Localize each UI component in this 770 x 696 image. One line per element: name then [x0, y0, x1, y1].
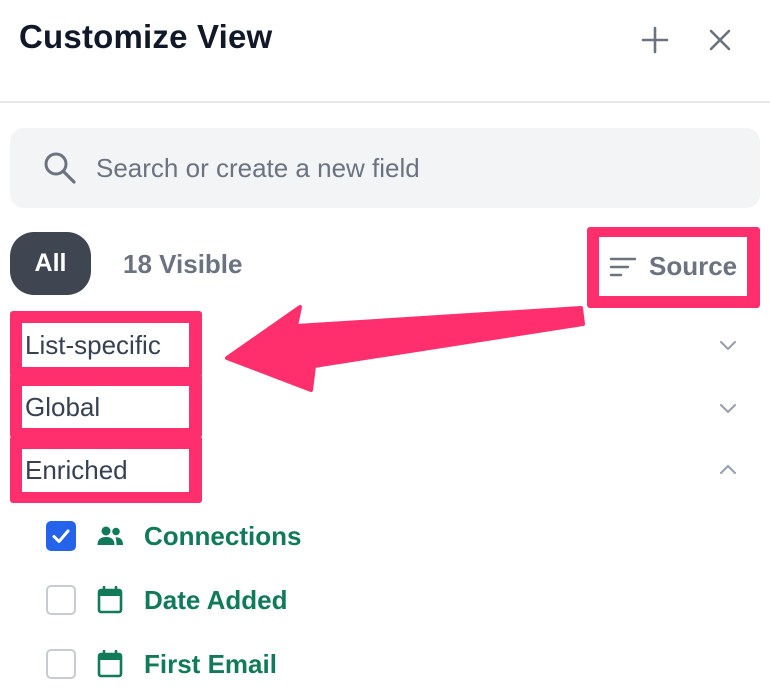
visible-count-button[interactable]: 18 Visible — [123, 249, 243, 280]
chevron-down-icon[interactable] — [716, 333, 740, 357]
field-row-connections[interactable]: Connections — [46, 516, 301, 556]
add-field-button[interactable] — [635, 20, 675, 60]
calendar-icon — [96, 650, 124, 678]
filter-all-button[interactable]: All — [10, 232, 91, 295]
checkmark-icon — [52, 529, 70, 543]
field-row-date-added[interactable]: Date Added — [46, 580, 288, 620]
field-label: Connections — [144, 520, 302, 551]
source-sort-button[interactable]: Source — [599, 237, 747, 296]
group-enriched[interactable]: Enriched — [22, 449, 189, 492]
field-label: Date Added — [144, 584, 288, 615]
checkbox-unchecked[interactable] — [46, 649, 76, 679]
checkbox-checked[interactable] — [46, 521, 76, 551]
chevron-up-icon[interactable] — [716, 458, 740, 482]
plus-icon — [641, 26, 669, 54]
group-list-specific[interactable]: List-specific — [22, 323, 189, 367]
group-global[interactable]: Global — [22, 386, 189, 428]
panel-header: Customize View — [0, 0, 770, 103]
panel-title: Customize View — [19, 18, 273, 55]
chevron-down-icon[interactable] — [716, 396, 740, 420]
people-icon — [96, 522, 124, 550]
sort-lines-icon — [609, 257, 637, 276]
close-button[interactable] — [700, 20, 740, 60]
search-box — [10, 128, 760, 208]
checkbox-unchecked[interactable] — [46, 585, 76, 615]
search-icon — [44, 152, 76, 184]
field-row-first-email[interactable]: First Email — [46, 644, 277, 684]
field-label: First Email — [144, 648, 277, 679]
calendar-icon — [96, 586, 124, 614]
close-icon — [709, 29, 731, 51]
source-label: Source — [649, 251, 738, 281]
search-input[interactable] — [96, 148, 736, 188]
